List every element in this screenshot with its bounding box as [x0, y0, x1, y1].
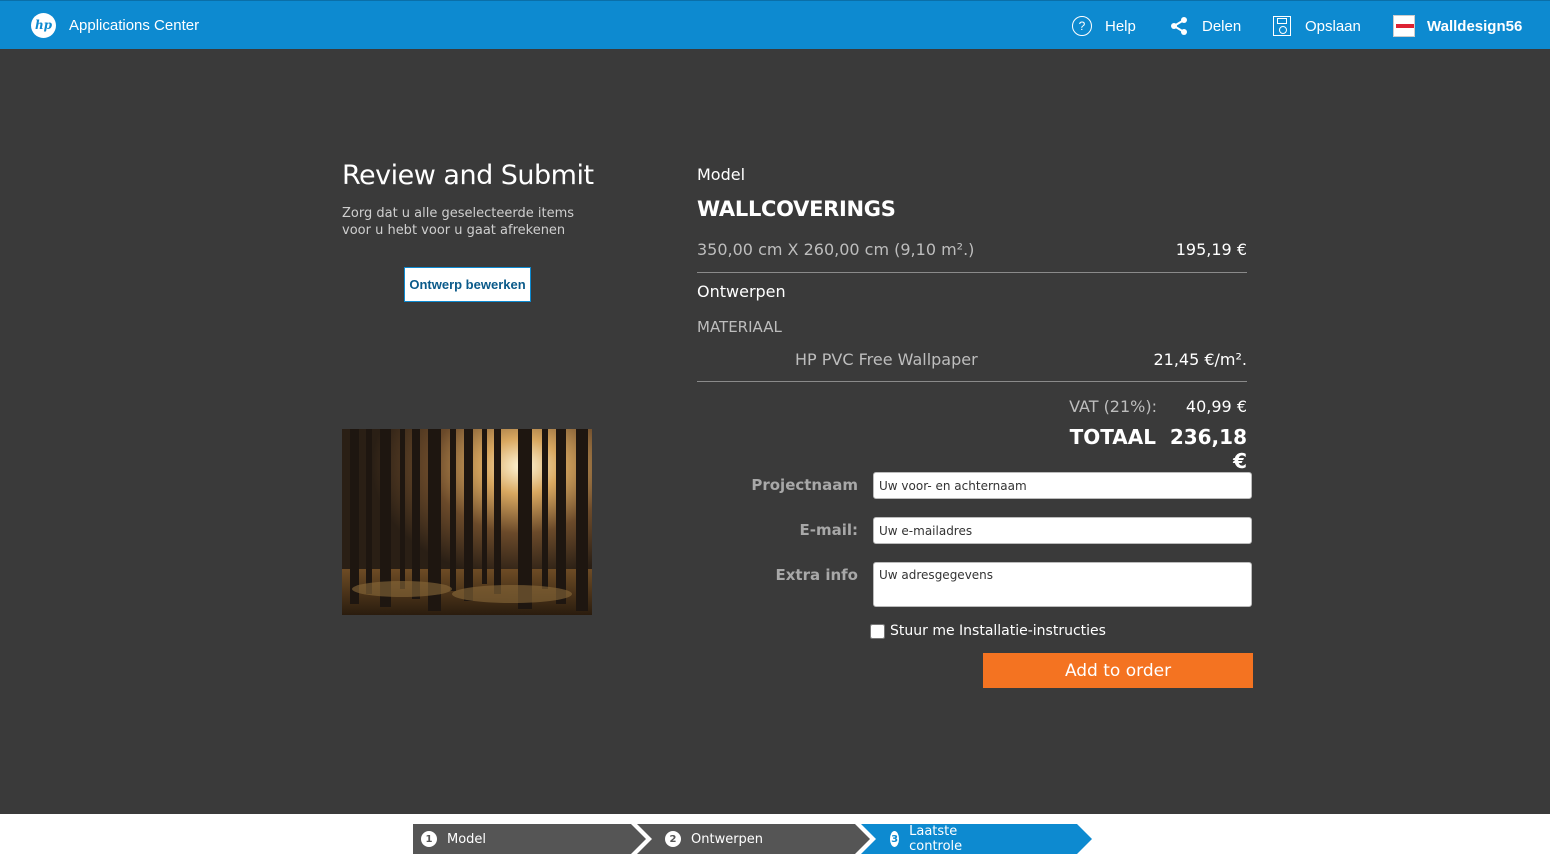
product-name: WALLCOVERINGS: [697, 197, 896, 221]
install-instructions-label[interactable]: Stuur me Installatie-instructies: [890, 623, 1106, 639]
divider: [697, 381, 1247, 382]
design-preview-image: [342, 429, 592, 615]
step-final-check[interactable]: 3 Laatste controle: [890, 824, 969, 854]
step-number: 2: [665, 831, 681, 847]
email-label: E-mail:: [799, 521, 858, 539]
share-label: Delen: [1202, 17, 1242, 35]
edit-design-button[interactable]: Ontwerp bewerken: [404, 267, 531, 302]
project-name-label: Projectnaam: [751, 476, 858, 494]
step-model[interactable]: 1 Model: [421, 824, 486, 854]
install-instructions-row: Stuur me Installatie-instructies: [870, 623, 1106, 639]
top-bar: hp Applications Center ? Help Delen Opsl…: [0, 0, 1550, 49]
material-name: HP PVC Free Wallpaper: [795, 350, 978, 369]
vat-label: VAT (21%):: [1069, 397, 1157, 416]
design-label: Ontwerpen: [697, 282, 786, 301]
hp-logo-icon[interactable]: hp: [31, 13, 56, 38]
save-icon: [1271, 15, 1293, 37]
step-number: 3: [890, 831, 900, 847]
material-label: MATERIAAL: [697, 318, 782, 336]
help-label: Help: [1105, 17, 1136, 35]
total-label: TOTAAL: [1069, 425, 1156, 449]
save-button[interactable]: Opslaan: [1271, 14, 1361, 38]
extra-info-textarea[interactable]: [873, 562, 1252, 607]
app-title: Applications Center: [69, 17, 200, 34]
user-logo-icon: [1393, 15, 1415, 37]
step-number: 1: [421, 831, 437, 847]
model-label: Model: [697, 165, 746, 184]
page-title: Review and Submit: [342, 160, 594, 191]
project-name-input[interactable]: [873, 472, 1252, 499]
divider: [697, 272, 1247, 273]
share-button[interactable]: Delen: [1168, 14, 1241, 38]
dimensions: 350,00 cm X 260,00 cm (9,10 m².): [697, 240, 975, 259]
step-design[interactable]: 2 Ontwerpen: [665, 824, 763, 854]
step-label: Ontwerpen: [691, 831, 764, 847]
help-button[interactable]: ? Help: [1071, 14, 1136, 38]
install-instructions-checkbox[interactable]: [870, 623, 885, 639]
total-value: 236,18 €: [1169, 425, 1247, 473]
dimensions-price: 195,19 €: [1175, 240, 1247, 259]
add-to-order-button[interactable]: Add to order: [983, 653, 1253, 688]
share-icon: [1168, 15, 1190, 37]
page-subtitle: Zorg dat u alle geselecteerde items voor…: [342, 206, 575, 238]
help-icon: ?: [1071, 15, 1093, 37]
step-label: Model: [447, 831, 487, 847]
vat-value: 40,99 €: [1185, 397, 1247, 416]
extra-info-label: Extra info: [775, 566, 859, 584]
step-label: Laatste controle: [909, 824, 963, 854]
email-input[interactable]: [873, 517, 1252, 544]
user-name: Walldesign56: [1427, 17, 1523, 35]
save-label: Opslaan: [1305, 17, 1361, 35]
material-price: 21,45 €/m².: [1153, 350, 1247, 369]
user-menu[interactable]: Walldesign56: [1393, 14, 1522, 38]
